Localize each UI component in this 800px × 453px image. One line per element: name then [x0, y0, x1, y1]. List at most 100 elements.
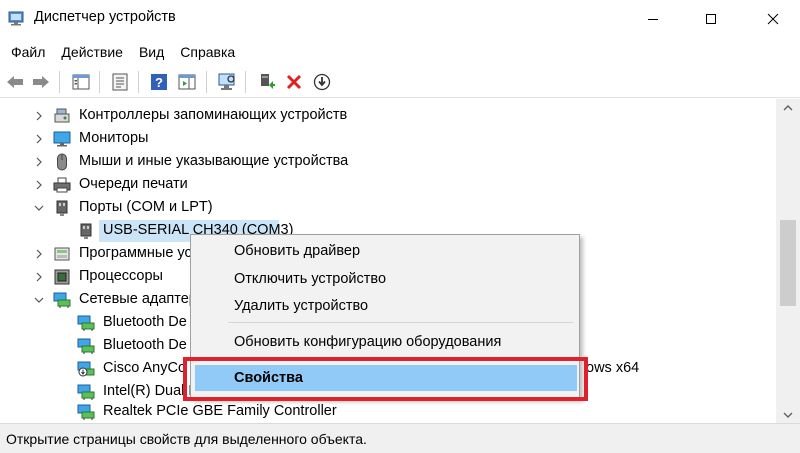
scroll-up-button[interactable]	[776, 99, 800, 116]
menu-item-label: Обновить драйвер	[234, 243, 361, 259]
back-button[interactable]	[4, 71, 26, 93]
network-adapter-icon	[77, 384, 95, 400]
network-adapter-icon	[77, 338, 95, 354]
tree-node-label: Cisco AnyCo	[103, 360, 187, 376]
storage-controller-icon	[54, 108, 70, 123]
tree-node-monitors[interactable]: Мониторы	[0, 128, 776, 150]
close-icon	[767, 13, 779, 25]
network-adapter-disabled-icon	[77, 361, 95, 377]
uninstall-device-icon	[286, 74, 302, 90]
help-button[interactable]: ?	[148, 71, 170, 93]
network-adapter-icon	[53, 292, 71, 308]
device-manager-window: Диспетчер устройств Файл Действие Вид Сп…	[0, 0, 800, 453]
mouse-icon	[57, 153, 67, 171]
forward-button[interactable]	[30, 71, 52, 93]
tree-node-label: Bluetooth De	[103, 314, 187, 330]
disable-device-button[interactable]	[311, 71, 333, 93]
menu-action[interactable]: Действие	[53, 38, 131, 66]
vertical-scrollbar[interactable]	[776, 99, 800, 423]
help-icon: ?	[151, 74, 167, 90]
toolbar-separator	[59, 71, 60, 93]
chevron-right-icon[interactable]	[33, 248, 45, 260]
scan-hardware-button[interactable]	[216, 71, 238, 93]
menu-bar: Файл Действие Вид Справка	[0, 38, 800, 66]
update-driver-icon	[261, 74, 275, 89]
tree-node-print-queues[interactable]: Очереди печати	[0, 174, 776, 196]
tree-node-label: Realtek PCIe GBE Family Controller	[103, 403, 337, 419]
menu-help[interactable]: Справка	[172, 38, 243, 66]
tree-node-label: Порты (COM и LPT)	[79, 199, 213, 215]
tree-node-label: Программные ус	[79, 245, 192, 261]
uninstall-device-button[interactable]	[283, 71, 305, 93]
close-button[interactable]	[746, 0, 800, 38]
chevron-down-icon	[783, 412, 793, 418]
chevron-right-icon[interactable]	[33, 179, 45, 191]
tree-node-label: Очереди печати	[79, 176, 188, 192]
tree-node-label: Bluetooth De	[103, 337, 187, 353]
printer-icon	[53, 177, 71, 193]
status-bar: Открытие страницы свойств для выделенног…	[0, 423, 800, 453]
window-title: Диспетчер устройств	[34, 9, 176, 25]
toolbar-separator	[245, 71, 246, 93]
maximize-button[interactable]	[688, 0, 734, 38]
monitor-icon	[53, 131, 71, 147]
processor-icon	[54, 269, 70, 285]
console-tree-button[interactable]	[70, 71, 92, 93]
action-pane-icon	[178, 74, 196, 90]
toolbar-separator	[138, 71, 139, 93]
chevron-down-icon[interactable]	[33, 294, 45, 306]
forward-arrow-icon	[33, 76, 49, 88]
network-adapter-icon	[77, 315, 95, 331]
svg-text:?: ?	[155, 75, 163, 90]
scrollbar-thumb[interactable]	[780, 220, 796, 306]
chevron-right-icon[interactable]	[33, 133, 45, 145]
menu-item-disable-device[interactable]: Отключить устройство	[191, 266, 579, 292]
chevron-down-icon[interactable]	[33, 202, 45, 214]
properties-button[interactable]	[109, 71, 131, 93]
update-driver-button[interactable]	[256, 71, 278, 93]
tree-node-mice[interactable]: Мыши и иные указывающие устройства	[0, 151, 776, 173]
properties-icon	[112, 73, 128, 91]
scan-hardware-icon	[218, 73, 235, 90]
menu-file[interactable]: Файл	[0, 38, 53, 66]
tree-node-storage-controllers[interactable]: Контроллеры запоминающих устройств	[0, 105, 776, 127]
toolbar-separator	[206, 71, 207, 93]
chevron-right-icon[interactable]	[33, 156, 45, 168]
port-icon	[56, 200, 68, 216]
tree-node-ports[interactable]: Порты (COM и LPT)	[0, 197, 776, 219]
action-pane-button[interactable]	[176, 71, 198, 93]
chevron-up-icon	[783, 104, 793, 110]
menu-item-label: Обновить конфигурацию оборудования	[234, 334, 502, 350]
tree-node-label: Контроллеры запоминающих устройств	[79, 107, 348, 123]
chevron-right-icon[interactable]	[33, 271, 45, 283]
tree-node-label: Мониторы	[79, 130, 149, 146]
highlight-annotation-frame	[183, 357, 588, 401]
toolbar-separator	[99, 71, 100, 93]
device-manager-app-icon	[8, 11, 24, 26]
tree-node-label-tail: ows x64	[586, 360, 640, 376]
toolbar: ?	[0, 66, 800, 98]
network-adapter-icon	[77, 404, 95, 420]
tree-node-label: Процессоры	[79, 268, 163, 284]
menu-item-update-driver[interactable]: Обновить драйвер	[191, 238, 579, 264]
chevron-right-icon[interactable]	[33, 110, 45, 122]
title-bar: Диспетчер устройств	[0, 0, 800, 38]
menu-item-uninstall-device[interactable]: Удалить устройство	[191, 293, 579, 319]
menu-item-scan-hardware-changes[interactable]: Обновить конфигурацию оборудования	[191, 329, 579, 355]
menu-separator	[228, 322, 573, 323]
status-text: Открытие страницы свойств для выделенног…	[6, 431, 367, 447]
scroll-down-button[interactable]	[776, 406, 800, 423]
tree-node-realtek-pcie[interactable]: Realtek PCIe GBE Family Controller	[0, 401, 776, 423]
maximize-icon	[706, 14, 716, 24]
tree-node-label: Сетевые адаптер	[79, 291, 197, 307]
menu-view[interactable]: Вид	[131, 38, 172, 66]
disable-device-icon	[313, 73, 331, 91]
console-tree-icon	[72, 74, 90, 90]
menu-item-label: Отключить устройство	[234, 271, 387, 287]
software-device-icon	[54, 247, 70, 261]
minimize-icon	[648, 19, 658, 20]
tree-node-label: Мыши и иные указывающие устройства	[79, 153, 349, 169]
back-arrow-icon	[7, 76, 23, 88]
minimize-button[interactable]	[630, 0, 676, 38]
menu-item-label: Удалить устройство	[234, 298, 369, 314]
